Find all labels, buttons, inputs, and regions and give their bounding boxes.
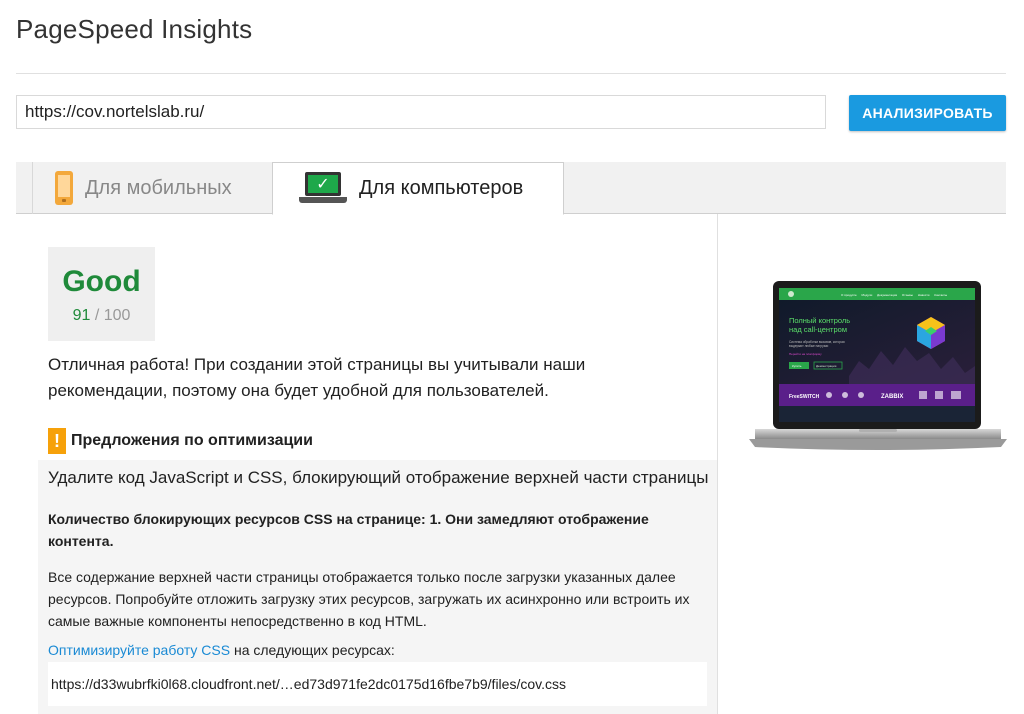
tab-mobile-label: Для мобильных [85, 176, 232, 199]
device-tabs: Для мобильных ✓ Для компьютеров [16, 162, 1006, 215]
suggestions-header: ! Предложения по оптимизации [48, 428, 313, 454]
page-preview-image: О продукте Модули Документация Отзывы Но… [749, 281, 1007, 450]
suggestion-description: Все содержание верхней части страницы от… [48, 569, 690, 629]
phone-icon [55, 171, 73, 205]
warning-icon: ! [48, 428, 66, 454]
preview-tagline: Перейти на платформу [789, 352, 822, 356]
score-label: Good [62, 265, 141, 298]
score-box: Good 91 / 100 [48, 247, 155, 341]
laptop-icon: ✓ [299, 171, 347, 206]
tab-desktop[interactable]: ✓ Для компьютеров [272, 162, 564, 215]
analyze-button[interactable]: АНАЛИЗИРОВАТЬ [849, 95, 1006, 131]
suggestion-item: Удалите код JavaScript и CSS, блокирующи… [38, 460, 717, 714]
content-divider [717, 214, 718, 714]
tab-desktop-label: Для компьютеров [359, 177, 524, 199]
preview-logo-zabbix: ZABBIX [881, 394, 903, 400]
score-summary: Отличная работа! При создании этой стран… [48, 355, 586, 400]
header-divider [16, 73, 1006, 74]
score-value: 91 / 100 [72, 307, 131, 324]
preview-buy-button: Купить [792, 364, 802, 368]
url-input[interactable] [16, 95, 826, 129]
app-title: PageSpeed Insights [16, 14, 253, 44]
preview-demo-button: Демонстрация [816, 364, 837, 368]
suggestion-title[interactable]: Удалите код JavaScript и CSS, блокирующи… [48, 468, 708, 488]
suggestion-summary: Количество блокирующих ресурсов CSS на с… [48, 511, 649, 549]
resource-url: https://d33wubrfki0l68.cloudfront.net/…e… [48, 662, 707, 706]
link-suffix: на следующих ресурсах: [230, 642, 395, 658]
optimize-css-link[interactable]: Оптимизируйте работу CSS [48, 642, 230, 658]
preview-logo-freeswitch: FreeSWITCH [789, 394, 820, 400]
suggestions-title: Предложения по оптимизации [71, 432, 313, 449]
preview-hero-title: Полный контроль над call-центром [789, 316, 852, 334]
suggestion-link-row: Оптимизируйте работу CSS на следующих ре… [48, 642, 395, 658]
tab-mobile[interactable]: Для мобильных [32, 162, 272, 214]
